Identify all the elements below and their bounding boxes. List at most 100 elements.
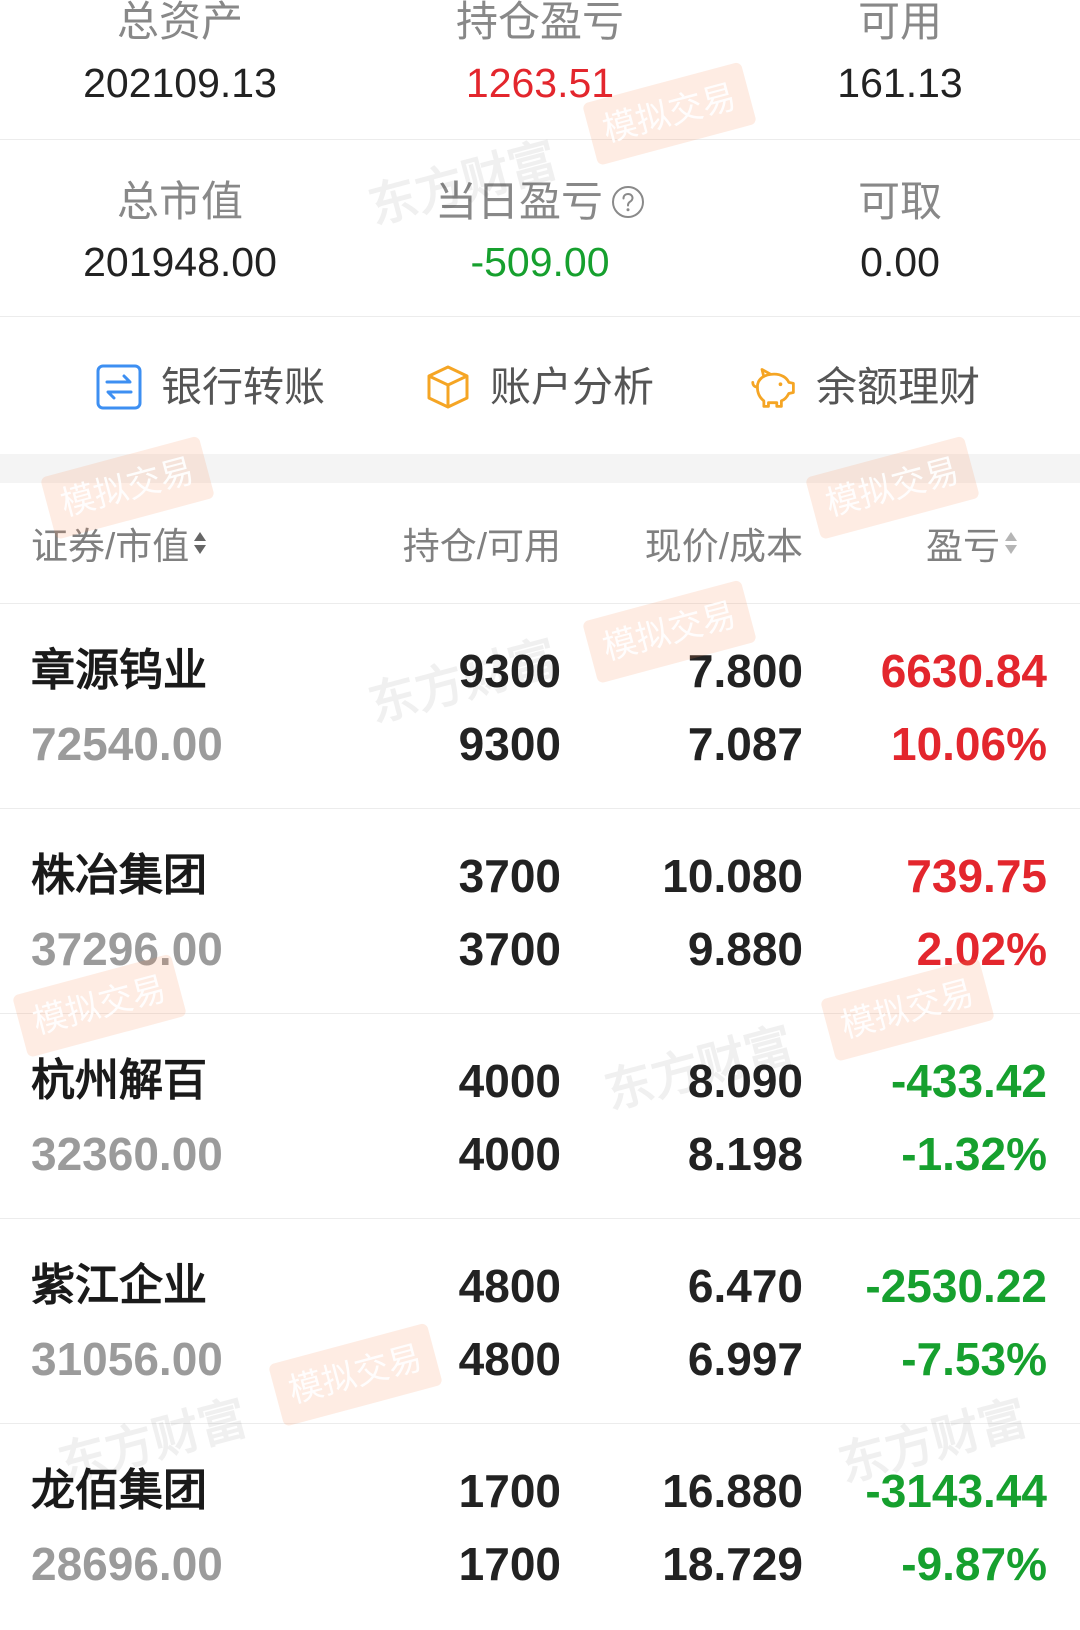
price-cell: 6.470 6.997 [561, 1219, 803, 1423]
sort-pnl-header[interactable]: 盈亏 [803, 516, 1047, 570]
position-row[interactable]: 章源钨业 72540.00 9300 9300 7.800 7.087 6630… [0, 604, 1080, 809]
holding-cell: 9300 9300 [300, 604, 561, 808]
summary-position-pnl: 持仓盈亏 1263.51 [360, 0, 720, 139]
available-qty: 4000 [458, 1128, 561, 1180]
holding-qty: 4000 [458, 1055, 561, 1107]
question-circle-icon[interactable] [611, 185, 645, 219]
price-cell: 10.080 9.880 [561, 809, 803, 1013]
position-row[interactable]: 龙佰集团 28696.00 1700 1700 16.880 18.729 -3… [0, 1424, 1080, 1628]
summary-label: 持仓盈亏 [455, 0, 624, 45]
action-label: 账户分析 [490, 364, 654, 410]
available-qty: 9300 [458, 718, 561, 770]
market-value: 72540.00 [31, 718, 223, 770]
cost-price: 18.729 [662, 1538, 803, 1590]
pnl-cell: 6630.84 10.06% [803, 604, 1047, 808]
summary-value: 201948.00 [83, 239, 277, 285]
security-name: 龙佰集团 [31, 1466, 207, 1515]
pnl-amount: 6630.84 [880, 645, 1047, 697]
header-label: 现价/成本 [644, 526, 803, 567]
security-name: 株冶集团 [31, 851, 207, 900]
account-analysis-button[interactable]: 账户分析 [424, 363, 654, 411]
security-cell: 紫江企业 31056.00 [31, 1219, 300, 1423]
header-label: 证券/市值 [31, 526, 190, 567]
holding-qty: 3700 [458, 850, 561, 902]
pnl-percent: 2.02% [916, 923, 1047, 975]
current-price: 8.090 [687, 1055, 803, 1107]
pnl-percent: -1.32% [901, 1128, 1047, 1180]
pnl-amount: -433.42 [890, 1055, 1047, 1107]
available-qty: 4800 [458, 1333, 561, 1385]
cost-price: 6.997 [687, 1333, 803, 1385]
summary-withdrawable: 可取 0.00 [720, 140, 1080, 316]
summary-value: 0.00 [860, 239, 940, 285]
pnl-amount: 739.75 [906, 850, 1047, 902]
current-price: 10.080 [662, 850, 803, 902]
position-row[interactable]: 株冶集团 37296.00 3700 3700 10.080 9.880 739… [0, 809, 1080, 1014]
position-row[interactable]: 杭州解百 32360.00 4000 4000 8.090 8.198 -433… [0, 1014, 1080, 1219]
summary-label: 可取 [857, 178, 942, 225]
market-value: 32360.00 [31, 1128, 223, 1180]
summary-value: 161.13 [837, 60, 963, 106]
summary-label: 总资产 [116, 0, 243, 45]
summary-label: 当日盈亏 [434, 178, 603, 225]
price-cell: 16.880 18.729 [561, 1424, 803, 1628]
summary-label: 可用 [857, 0, 942, 45]
available-qty: 3700 [458, 923, 561, 975]
pnl-cell: -3143.44 -9.87% [803, 1424, 1047, 1628]
holding-qty: 4800 [458, 1260, 561, 1312]
market-value: 28696.00 [31, 1538, 223, 1590]
sort-security-header[interactable]: 证券/市值 [31, 516, 300, 570]
piggy-bank-icon [750, 363, 798, 411]
current-price: 6.470 [687, 1260, 803, 1312]
security-cell: 章源钨业 72540.00 [31, 604, 300, 808]
pnl-percent: 10.06% [890, 718, 1047, 770]
summary-value: 202109.13 [83, 60, 277, 106]
security-cell: 杭州解百 32360.00 [31, 1014, 300, 1218]
pnl-amount: -3143.44 [865, 1465, 1047, 1517]
summary-market-value: 总市值 201948.00 [0, 140, 360, 316]
current-price: 16.880 [662, 1465, 803, 1517]
pnl-percent: -7.53% [901, 1333, 1047, 1385]
summary-label-group: 当日盈亏 [360, 178, 720, 226]
pnl-amount: -2530.22 [865, 1260, 1047, 1312]
summary-available: 可用 161.13 [720, 0, 1080, 139]
holding-cell: 3700 3700 [300, 809, 561, 1013]
quick-actions: 银行转账 账户分析 余额理财 [0, 317, 1080, 454]
action-label: 银行转账 [161, 364, 325, 410]
balance-finance-button[interactable]: 余额理财 [750, 363, 980, 411]
cost-price: 7.087 [687, 718, 803, 770]
bank-transfer-button[interactable]: 银行转账 [95, 363, 325, 411]
summary-row-bottom: 总市值 201948.00 当日盈亏 -509.00 可取 0.00 [0, 140, 1080, 317]
header-label: 持仓/可用 [402, 526, 561, 567]
summary-total-assets: 总资产 202109.13 [0, 0, 360, 139]
pnl-cell: 739.75 2.02% [803, 809, 1047, 1013]
cost-price: 8.198 [687, 1128, 803, 1180]
security-cell: 龙佰集团 28696.00 [31, 1424, 300, 1628]
summary-label: 总市值 [116, 178, 243, 225]
header-label: 盈亏 [926, 526, 1000, 567]
summary-value: 1263.51 [465, 60, 615, 106]
summary-row-top: 总资产 202109.13 持仓盈亏 1263.51 可用 161.13 [0, 0, 1080, 140]
holding-qty: 1700 [458, 1465, 561, 1517]
pnl-cell: -2530.22 -7.53% [803, 1219, 1047, 1423]
sort-icon [193, 529, 207, 557]
sort-icon [1004, 529, 1018, 557]
market-value: 37296.00 [31, 923, 223, 975]
pnl-cell: -433.42 -1.32% [803, 1014, 1047, 1218]
price-header: 现价/成本 [561, 516, 803, 570]
cube-icon [424, 363, 472, 411]
action-label: 余额理财 [816, 364, 980, 410]
available-qty: 1700 [458, 1538, 561, 1590]
holding-cell: 4000 4000 [300, 1014, 561, 1218]
table-header: 证券/市值 持仓/可用 现价/成本 盈亏 [0, 483, 1080, 604]
bank-transfer-icon [95, 363, 143, 411]
security-name: 杭州解百 [31, 1056, 207, 1105]
cost-price: 9.880 [687, 923, 803, 975]
security-cell: 株冶集团 37296.00 [31, 809, 300, 1013]
security-name: 紫江企业 [31, 1261, 207, 1310]
market-value: 31056.00 [31, 1333, 223, 1385]
holding-qty: 9300 [458, 645, 561, 697]
position-row[interactable]: 紫江企业 31056.00 4800 4800 6.470 6.997 -253… [0, 1219, 1080, 1424]
pnl-percent: -9.87% [901, 1538, 1047, 1590]
summary-value: -509.00 [470, 239, 610, 285]
